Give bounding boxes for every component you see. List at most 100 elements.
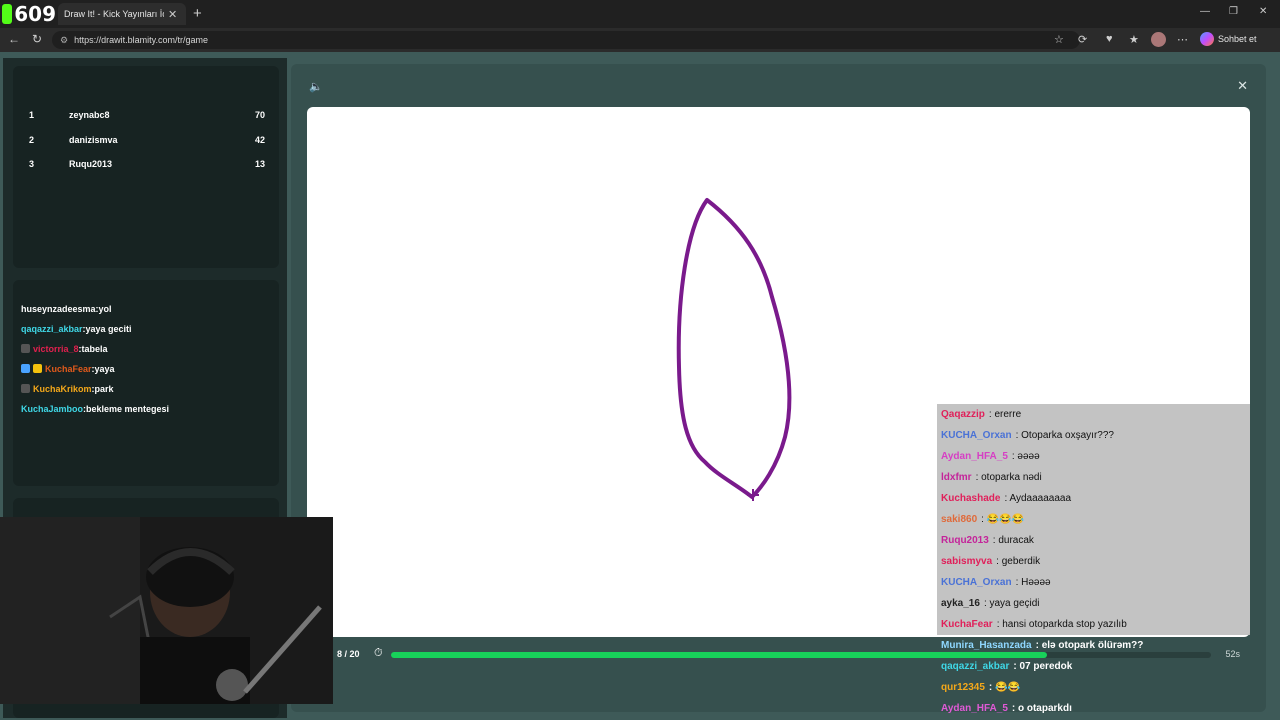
overlay-chat-line: saki860: 😂😂😂 xyxy=(937,509,1250,530)
overlay-chat-message: : yaya geçidi xyxy=(983,598,1040,609)
guess-text: :bekleme mentegesi xyxy=(83,404,170,414)
overlay-chat-username: Kuchashade xyxy=(941,493,1001,504)
stream-chat-overlay: Qaqazzip: ererre KUCHA_Orxan: Otoparka ox… xyxy=(937,397,1250,720)
leaderboard-rank: 1 xyxy=(29,110,35,120)
speaker-icon[interactable]: 🔈 xyxy=(309,80,323,93)
guess-text: :tabela xyxy=(78,344,108,354)
overlay-chat-line: Ruqu2013: duracak xyxy=(937,530,1250,551)
overlay-chat-message: : duracak xyxy=(992,535,1034,546)
guess-username: huseynzadeesma xyxy=(21,304,96,314)
overlay-chat-line: KUCHA_Orxan: Həəəə xyxy=(937,572,1250,593)
guess-text: :yaya xyxy=(91,364,115,374)
overlay-chat-username: Aydan_HFA_5 xyxy=(941,703,1008,714)
overlay-chat-line: Aydan_HFA_5: əəəə xyxy=(937,446,1250,467)
leaderboard-score: 42 xyxy=(254,135,265,145)
overlay-chat-line: sabismyva: geberdik xyxy=(937,551,1250,572)
leaderboard-name: Ruqu2013 xyxy=(69,159,113,169)
overlay-chat-username: KUCHA_Orxan xyxy=(941,430,1012,441)
guess-text: :yol xyxy=(95,304,112,314)
guess-text: :yaya geciti xyxy=(82,324,132,334)
overlay-chat-username: Aydan_HFA_5 xyxy=(941,451,1008,462)
overlay-chat-username: qur12345 xyxy=(941,682,985,693)
overlay-chat-line: Qaqazzip: ererre xyxy=(937,404,1250,425)
overlay-chat-message: : geberdik xyxy=(996,556,1041,567)
overlay-chat-message: : ererre xyxy=(988,409,1022,420)
guess-line: huseynzadeesma:yol xyxy=(21,304,112,314)
back-icon[interactable]: ← xyxy=(8,32,20,46)
streamer-webcam-image xyxy=(0,517,333,704)
browser-tab-bar: 609 Draw It! - Kick Yayınları İçin Ç ✕ +… xyxy=(0,0,1280,28)
guess-feed-panel: huseynzadeesma:yol qaqazzi_akbar:yaya gec… xyxy=(13,280,279,486)
overlay-chat-username: sabismyva xyxy=(941,556,993,567)
minimize-icon[interactable]: — xyxy=(1200,6,1210,17)
leaderboard-name: danizismva xyxy=(69,135,118,145)
overlay-chat-message: : hansi otoparkda stop yazılıb xyxy=(996,619,1127,630)
more-menu-icon[interactable]: ⋯ xyxy=(1177,33,1188,46)
overlay-chat-username: KUCHA_Orxan xyxy=(941,577,1012,588)
favorite-star-icon[interactable]: ☆ xyxy=(1054,33,1064,46)
viewer-count: 609 xyxy=(0,0,56,28)
overlay-chat-message: : 😂😂 xyxy=(988,682,1020,693)
leaderboard-row: 3 Ruqu2013 13 xyxy=(13,159,279,179)
user-badge-icon xyxy=(21,364,30,373)
profile-avatar[interactable] xyxy=(1151,32,1166,47)
leaderboard-row: 2 danizismva 42 xyxy=(13,135,279,155)
url-bar[interactable]: ⚙ https://drawit.blamity.com/tr/game xyxy=(52,31,1080,49)
overlay-chat-message: : 07 peredok xyxy=(1013,661,1073,672)
overlay-chat-username: ldxfmr xyxy=(941,472,972,483)
overlay-chat-message: : Həəəə xyxy=(1015,577,1051,588)
guess-line: victorria_8:tabela xyxy=(21,344,108,354)
user-badge-icon xyxy=(21,384,30,393)
site-info-icon[interactable]: ⚙ xyxy=(60,35,68,46)
reload-icon[interactable]: ↻ xyxy=(32,32,42,46)
copilot-label: Sohbet et xyxy=(1218,34,1257,44)
overlay-chat-line: KUCHA_Orxan: Otoparka oxşayır??? xyxy=(937,425,1250,446)
overlay-chat-line: Aydan_HFA_5: o otaparkdı xyxy=(937,698,1250,719)
guess-username: KuchaFear xyxy=(45,364,92,374)
leaderboard-rank: 2 xyxy=(29,135,35,145)
overlay-chat-message: : otoparka nədi xyxy=(975,472,1042,483)
browser-tab[interactable]: Draw It! - Kick Yayınları İçin Ç ✕ xyxy=(58,3,186,25)
user-badge-icon xyxy=(21,344,30,353)
overlay-chat-message: : 😂😂😂 xyxy=(981,514,1025,525)
tab-title: Draw It! - Kick Yayınları İçin Ç xyxy=(64,9,164,19)
overlay-chat-line: ayka_16: yaya geçidi xyxy=(937,593,1250,614)
overlay-chat-line: qaqazzi_akbar: 07 peredok xyxy=(937,656,1250,677)
guess-line: KuchaFear:yaya xyxy=(21,364,115,374)
leaderboard-rank: 3 xyxy=(29,159,35,169)
overlay-chat-line: Munira_Hasanzada: elə otopark ölürəm?? xyxy=(937,635,1250,656)
drawing-stroke xyxy=(676,198,792,499)
copilot-icon xyxy=(1200,32,1214,46)
overlay-chat-username: qaqazzi_akbar xyxy=(941,661,1010,672)
favorites-icon[interactable]: ★ xyxy=(1129,33,1139,46)
viewer-count-value: 609 xyxy=(14,2,56,26)
browser-essentials-icon[interactable]: ♥ xyxy=(1106,33,1113,45)
guess-username: KuchaJamboo xyxy=(21,404,84,414)
copilot-button[interactable]: Sohbet et xyxy=(1200,32,1257,46)
guess-line: KuchaKrikom:park xyxy=(21,384,114,394)
overlay-chat-line: qur12345: 😂😂 xyxy=(937,677,1250,698)
timer-icon: ⏱ xyxy=(374,647,383,659)
guess-username: KuchaKrikom xyxy=(33,384,92,394)
user-badge-icon xyxy=(33,364,42,373)
tab-close-icon[interactable]: ✕ xyxy=(168,8,177,21)
overlay-chat-username: Ruqu2013 xyxy=(941,535,989,546)
guess-username: qaqazzi_akbar xyxy=(21,324,83,334)
url-text: https://drawit.blamity.com/tr/game xyxy=(74,35,208,45)
restore-icon[interactable]: ❐ xyxy=(1229,6,1238,17)
overlay-chat-line: KuchaFear: hansi otoparkda stop yazılıb xyxy=(937,614,1250,635)
guess-text: :park xyxy=(91,384,114,394)
round-counter: 8 / 20 xyxy=(337,649,360,659)
close-icon[interactable]: ✕ xyxy=(1237,78,1248,94)
kick-logo-icon xyxy=(2,4,13,24)
extensions-icon[interactable]: ⟳ xyxy=(1078,33,1087,46)
leaderboard-panel: 1 zeynabc8 70 2 danizismva 42 3 Ruqu2013… xyxy=(13,66,279,268)
guess-line: qaqazzi_akbar:yaya geciti xyxy=(21,324,132,334)
overlay-chat-message: : o otaparkdı xyxy=(1011,703,1072,714)
overlay-chat-line: ldxfmr: otoparka nədi xyxy=(937,467,1250,488)
overlay-chat-message: : Otoparka oxşayır??? xyxy=(1015,430,1114,441)
overlay-chat-username: KuchaFear xyxy=(941,619,993,630)
new-tab-icon[interactable]: + xyxy=(193,5,202,22)
window-close-icon[interactable]: ✕ xyxy=(1259,6,1267,17)
guess-line: KuchaJamboo:bekleme mentegesi xyxy=(21,404,169,414)
